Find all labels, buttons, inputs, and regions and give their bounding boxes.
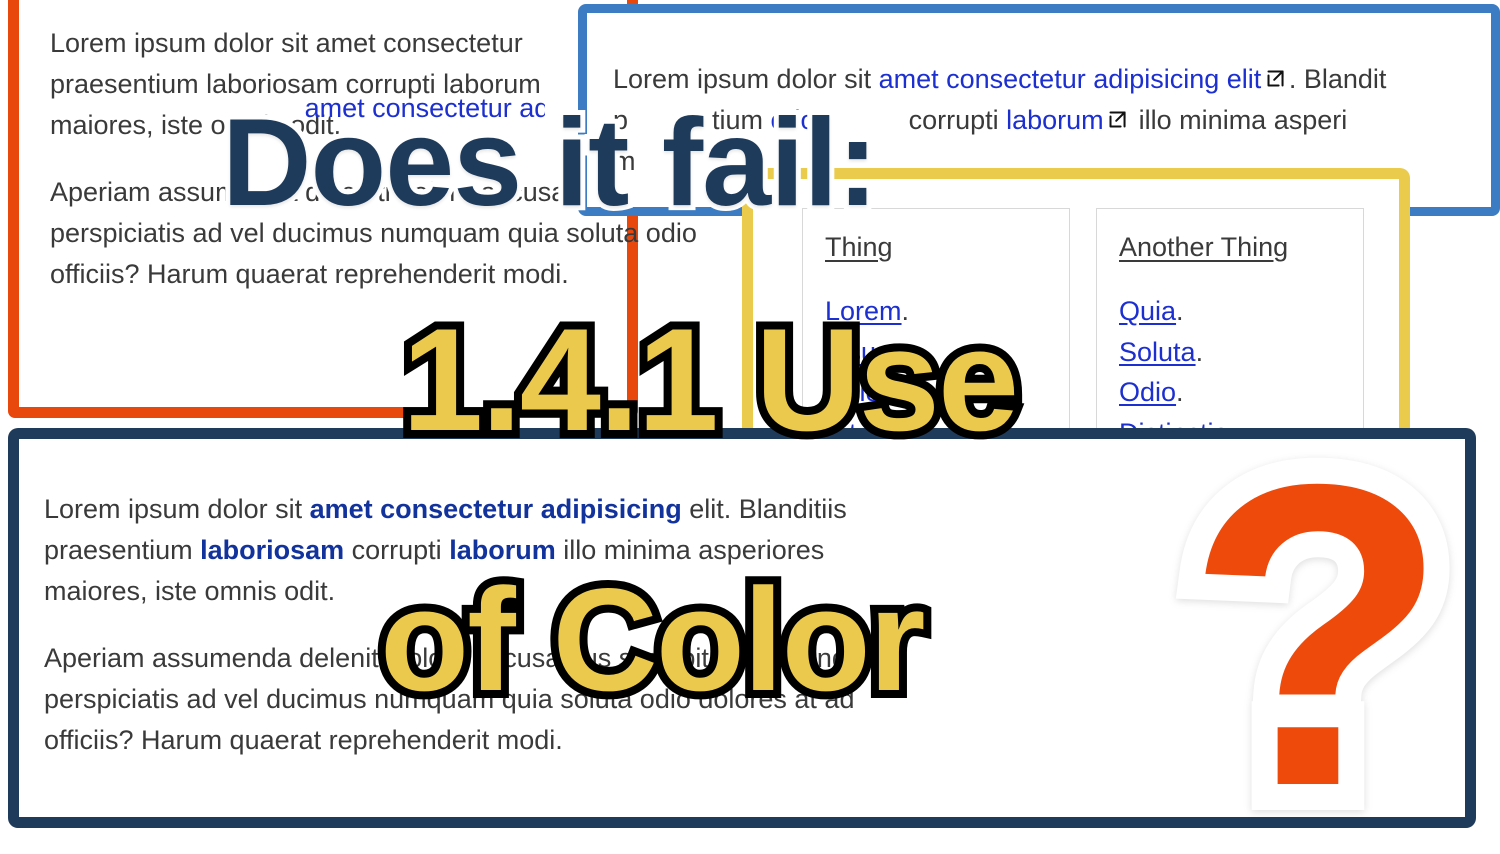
- paragraph: Lorem ipsum dolor sit amet consectetur a…: [44, 489, 1465, 612]
- text-run: m: [613, 146, 636, 177]
- text-run: . Blandit: [1288, 64, 1387, 94]
- text-run: praesentium laboriosam corrupti laborum: [50, 69, 541, 100]
- thing-link[interactable]: Lorem: [825, 296, 902, 326]
- text-run: p: [613, 105, 629, 136]
- list-item: Quia.: [1119, 291, 1363, 332]
- text-run: illo minima asperi: [1131, 105, 1348, 136]
- text-run: tium: [712, 105, 771, 136]
- inline-link[interactable]: orios: [771, 105, 830, 135]
- thing-link[interactable]: Dolor: [825, 377, 888, 407]
- text-run: maiores, iste omnis odit.: [44, 576, 336, 607]
- screenshot-stage: Lorem ipsum dolor sit amet consectetur p…: [0, 0, 1500, 854]
- paragraph: Lorem ipsum dolor sit amet consectetur p…: [50, 23, 627, 146]
- thing-link[interactable]: Ipsum: [825, 337, 899, 367]
- thing-link[interactable]: Odio: [1119, 377, 1176, 407]
- list-item: Lorem.: [825, 291, 1069, 332]
- text-run: illo minima asperiores: [555, 535, 825, 566]
- bold-run: laborum: [449, 535, 556, 566]
- list-item: Odio.: [1119, 372, 1363, 413]
- card-navy: Lorem ipsum dolor sit amet consectetur a…: [8, 428, 1476, 828]
- bold-run: amet consectetur adipisicing: [309, 494, 682, 524]
- text-run: Aperiam assumenda deleniti dolore accusa…: [44, 643, 885, 674]
- thing-link[interactable]: Quia: [1119, 296, 1176, 326]
- period: .: [898, 336, 907, 367]
- another-thing-box-title: Another Thing: [1119, 232, 1289, 262]
- period: .: [888, 377, 896, 407]
- card-navy-prose: Lorem ipsum dolor sit amet consectetur a…: [44, 489, 1465, 761]
- text-run: officiis? Harum quaerat reprehenderit mo…: [44, 725, 563, 756]
- text-run: Lorem ipsum dolor sit: [44, 494, 310, 524]
- text-run: Lorem ipsum dolor sit amet consectetur: [50, 28, 523, 58]
- text-run: corrupti: [901, 105, 1007, 136]
- text-run: corrupti: [344, 535, 450, 566]
- text-run: Lorem ipsum dolor sit: [613, 64, 879, 94]
- paragraph: Lorem ipsum dolor sit amet consectetur a…: [613, 59, 1491, 182]
- card-orange-prose: Lorem ipsum dolor sit amet consectetur p…: [50, 23, 722, 295]
- list-item: Dolor.: [825, 372, 1069, 413]
- paragraph: Aperiam assumenda deleniti dolore accusa…: [50, 172, 722, 295]
- period: .: [901, 296, 910, 326]
- card-orange: Lorem ipsum dolor sit amet consectetur p…: [8, 0, 722, 418]
- paragraph: Aperiam assumenda deleniti dolore accusa…: [44, 638, 1465, 761]
- bold-run: laboriosam: [200, 535, 345, 566]
- inline-link[interactable]: laborum: [1006, 105, 1104, 135]
- period: .: [1195, 336, 1204, 367]
- text-run: officiis? Harum quaerat reprehenderit mo…: [50, 259, 569, 290]
- text-run: maiores, iste omnis odit.: [50, 110, 342, 141]
- period: .: [1176, 377, 1184, 407]
- external-link-icon: [1265, 68, 1286, 89]
- text-run: elit. Blanditiis: [681, 494, 847, 524]
- text-run: praesentium: [44, 535, 201, 566]
- text-run: perspiciatis ad vel ducimus numquam quia…: [50, 218, 697, 249]
- card-blue-body: Lorem ipsum dolor sit amet consectetur a…: [587, 13, 1491, 182]
- thing-link[interactable]: Soluta: [1119, 337, 1196, 367]
- thing-box-title: Thing: [825, 232, 893, 262]
- list-item: Ipsum.: [825, 332, 1069, 373]
- external-link-icon: [1107, 109, 1128, 130]
- card-navy-body: Lorem ipsum dolor sit amet consectetur a…: [19, 439, 1465, 761]
- inline-link[interactable]: amet consectetur adipisicing elit: [879, 64, 1262, 94]
- list-item: Soluta.: [1119, 332, 1363, 373]
- card-orange-body: Lorem ipsum dolor sit amet consectetur p…: [19, 0, 722, 295]
- period: .: [1176, 296, 1184, 326]
- text-run: perspiciatis ad vel ducimus numquam quia…: [44, 684, 855, 715]
- card-blue-prose: Lorem ipsum dolor sit amet consectetur a…: [613, 59, 1491, 182]
